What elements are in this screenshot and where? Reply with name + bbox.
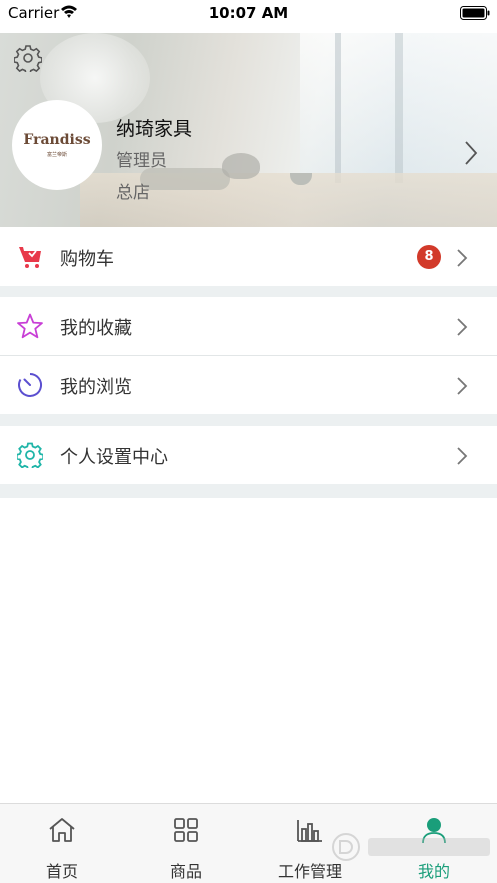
menu-item-favorites[interactable]: 我的收藏: [0, 297, 497, 355]
header-background-mullion: [335, 33, 341, 183]
star-icon: [17, 313, 43, 339]
menu-item-history[interactable]: 我的浏览: [0, 356, 497, 414]
menu-item-label: 个人设置中心: [60, 447, 168, 468]
header-background-cushion: [140, 168, 230, 190]
menu-item-cart[interactable]: 购物车 8: [0, 228, 497, 286]
watermark-logo: [332, 833, 490, 861]
menu-item-label: 我的收藏: [60, 318, 132, 339]
tab-products[interactable]: 商品: [124, 804, 248, 883]
cart-icon: [19, 247, 41, 268]
profile-store: 总店: [116, 183, 150, 203]
header-background-mullion: [395, 33, 403, 183]
tab-home[interactable]: 首页: [0, 804, 124, 883]
profile-name: 纳琦家具: [116, 118, 193, 140]
gear-icon: [17, 442, 43, 468]
chevron-right-icon: [457, 447, 468, 465]
timer-icon: [18, 373, 42, 397]
chevron-right-icon[interactable]: [464, 140, 478, 166]
status-time: 10:07 AM: [208, 4, 289, 22]
chevron-right-icon: [457, 318, 468, 336]
menu-item-label: 我的浏览: [60, 377, 132, 398]
section-separator: [0, 286, 497, 297]
status-bar: Carrier 10:07 AM: [0, 0, 497, 28]
section-separator: [0, 484, 497, 498]
avatar-brand-logo: Frandiss: [23, 132, 91, 148]
bar-chart-icon: [297, 820, 322, 842]
chevron-right-icon: [457, 377, 468, 395]
battery-icon: [460, 6, 490, 20]
profile-role: 管理员: [116, 151, 167, 171]
menu-item-label: 购物车: [60, 249, 114, 270]
avatar-brand-subtitle: 富兰帝斯: [46, 152, 67, 158]
tab-label: 商品: [169, 862, 202, 881]
home-icon: [49, 818, 75, 842]
section-separator: [0, 414, 497, 426]
menu-item-personal-settings[interactable]: 个人设置中心: [0, 426, 497, 484]
chevron-right-icon: [457, 249, 468, 267]
header-background-teapot: [222, 153, 260, 179]
avatar[interactable]: Frandiss 富兰帝斯: [12, 100, 102, 190]
grid-icon: [174, 818, 198, 842]
cart-count-badge: 8: [417, 245, 441, 269]
tab-label: 首页: [45, 862, 78, 881]
settings-gear-icon[interactable]: [14, 44, 42, 72]
